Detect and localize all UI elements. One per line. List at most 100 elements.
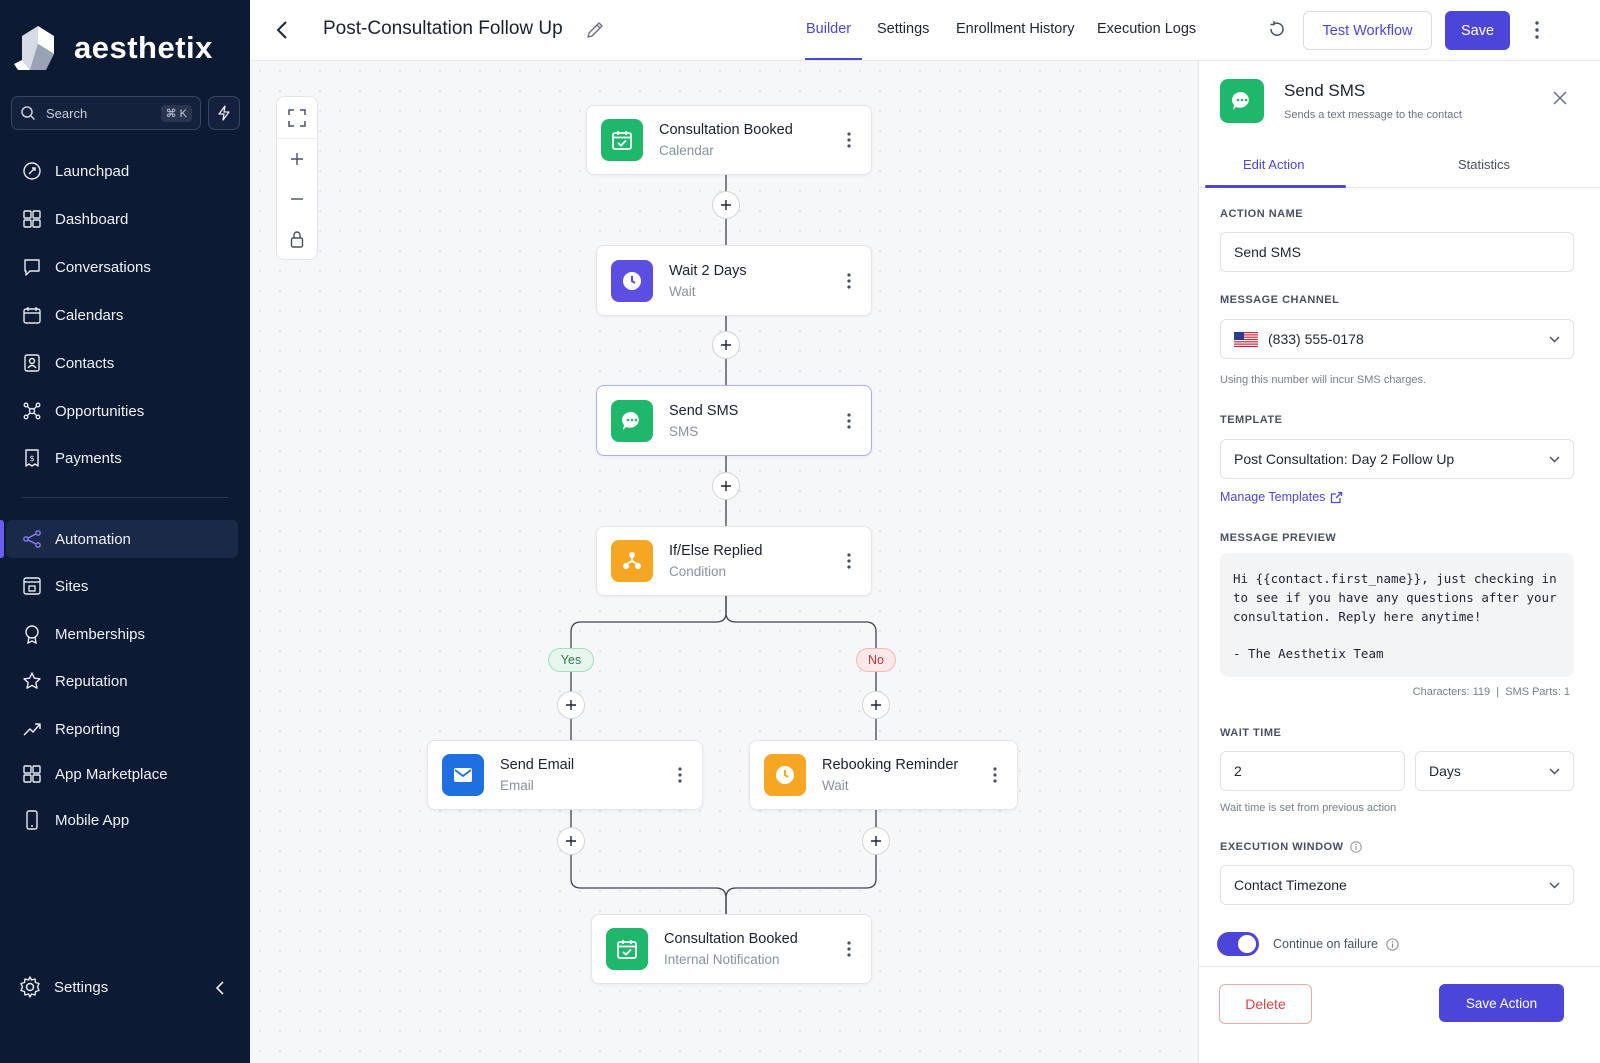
calendar-check-icon [601, 119, 643, 161]
continue-on-failure-text: Continue on failure [1273, 937, 1378, 951]
sidebar-item-launchpad[interactable]: Launchpad [6, 152, 238, 190]
action-name-label: ACTION NAME [1220, 208, 1304, 220]
automation-icon [21, 528, 43, 550]
node-subtitle: Wait [822, 778, 849, 793]
search-input[interactable]: Search ⌘ K [11, 96, 201, 130]
message-channel-label: MESSAGE CHANNEL [1220, 294, 1340, 306]
sidebar-item-contacts[interactable]: Contacts [6, 344, 238, 382]
tab-builder[interactable]: Builder [806, 21, 851, 37]
sidebar-item-payments[interactable]: $ Payments [6, 439, 238, 477]
brand-name: aesthetix [74, 30, 213, 65]
execution-window-value: Contact Timezone [1234, 877, 1347, 893]
sms-parts-count: SMS Parts: 1 [1505, 686, 1570, 698]
add-step-button[interactable] [862, 827, 890, 855]
channel-value: (833) 555-0178 [1268, 331, 1364, 347]
arrow-left-icon [276, 21, 287, 39]
add-step-button[interactable] [712, 472, 740, 500]
undo-icon[interactable] [1266, 20, 1286, 40]
branch-no-label: No [856, 648, 896, 672]
close-icon[interactable] [1550, 88, 1570, 108]
vertical-dots-icon [678, 767, 682, 783]
info-icon[interactable] [1349, 841, 1362, 853]
node-menu-button[interactable] [839, 128, 859, 152]
workflow-node-wait[interactable]: Wait 2 Days Wait [596, 245, 872, 316]
test-workflow-button[interactable]: Test Workflow [1303, 11, 1432, 50]
workflow-node-send-sms[interactable]: Send SMS SMS [596, 385, 872, 456]
sidebar-item-settings[interactable]: Settings [6, 968, 238, 1006]
message-preview-label: MESSAGE PREVIEW [1220, 532, 1337, 544]
add-step-button[interactable] [712, 331, 740, 359]
add-step-button[interactable] [557, 691, 585, 719]
sidebar-item-app-marketplace[interactable]: App Marketplace [6, 755, 238, 793]
clock-icon [611, 259, 653, 302]
reporting-icon [21, 718, 43, 740]
node-title: Consultation Booked [659, 122, 793, 138]
info-icon[interactable] [1386, 937, 1399, 951]
continue-on-failure-toggle[interactable] [1217, 932, 1259, 956]
sidebar-item-label: App Marketplace [55, 765, 168, 783]
node-menu-button[interactable] [985, 763, 1005, 787]
workflow-node-rebooking-reminder[interactable]: Rebooking Reminder Wait [749, 740, 1018, 810]
workflow-node-internal-notification[interactable]: Consultation Booked Internal Notification [591, 914, 872, 984]
delete-button[interactable]: Delete [1219, 984, 1312, 1024]
quick-actions-button[interactable] [208, 96, 240, 130]
save-button[interactable]: Save [1445, 11, 1510, 50]
collapse-sidebar-button[interactable] [208, 978, 232, 998]
node-title: Consultation Booked [664, 931, 798, 947]
vertical-dots-icon [847, 272, 851, 289]
tab-enrollment-history[interactable]: Enrollment History [956, 21, 1074, 37]
tab-edit-action[interactable]: Edit Action [1243, 157, 1304, 172]
brand[interactable]: aesthetix [12, 24, 213, 72]
panel-title: Send SMS [1284, 81, 1366, 100]
launchpad-icon [21, 160, 43, 182]
workflow-node-condition[interactable]: If/Else Replied Condition [596, 526, 872, 596]
sidebar-item-opportunities[interactable]: Opportunities [6, 392, 238, 430]
save-action-button[interactable]: Save Action [1439, 984, 1564, 1022]
sidebar-item-dashboard[interactable]: Dashboard [6, 200, 238, 238]
message-channel-select[interactable]: (833) 555-0178 [1220, 319, 1574, 359]
plus-icon [566, 700, 576, 710]
execution-window-select[interactable]: Contact Timezone [1220, 865, 1574, 905]
workflow-node-send-email[interactable]: Send Email Email [427, 740, 703, 810]
add-step-button[interactable] [557, 827, 585, 855]
search-icon [21, 106, 36, 121]
node-menu-button[interactable] [839, 409, 859, 433]
node-menu-button[interactable] [839, 269, 859, 293]
wait-time-hint: Wait time is set from previous action [1220, 802, 1397, 814]
manage-templates-link[interactable]: Manage Templates [1220, 490, 1343, 504]
node-menu-button[interactable] [839, 549, 859, 573]
add-step-button[interactable] [712, 191, 740, 219]
aesthetix-logo-icon [14, 26, 54, 70]
tab-execution-logs[interactable]: Execution Logs [1097, 21, 1196, 37]
sidebar-item-calendars[interactable]: Calendars [6, 296, 238, 334]
pencil-icon[interactable] [585, 20, 605, 40]
back-button[interactable] [270, 18, 294, 42]
calendar-icon [21, 304, 43, 326]
workflow-title: Post-Consultation Follow Up [323, 18, 563, 39]
node-menu-button[interactable] [839, 937, 859, 961]
add-step-button[interactable] [862, 691, 890, 719]
sites-icon [21, 575, 43, 597]
sidebar: aesthetix Search ⌘ K Launchpad Dashboard… [0, 0, 250, 1063]
sidebar-item-memberships[interactable]: Memberships [6, 615, 238, 653]
more-options-button[interactable] [1530, 18, 1544, 42]
sidebar-item-sites[interactable]: Sites [6, 567, 238, 605]
tab-statistics[interactable]: Statistics [1458, 157, 1510, 172]
tab-settings[interactable]: Settings [877, 21, 929, 37]
template-select[interactable]: Post Consultation: Day 2 Follow Up [1220, 439, 1574, 479]
wait-unit-value: Days [1429, 763, 1461, 779]
node-menu-button[interactable] [670, 763, 690, 787]
wait-time-input[interactable]: 2 [1220, 751, 1405, 791]
sidebar-item-label: Contacts [55, 354, 115, 372]
sidebar-item-conversations[interactable]: Conversations [6, 248, 238, 286]
action-name-input[interactable]: Send SMS [1220, 232, 1574, 272]
workflow-canvas[interactable]: Consultation Booked Calendar Wait 2 Days W… [250, 61, 1198, 1063]
top-bar: Post-Consultation Follow Up Builder Sett… [250, 0, 1600, 61]
workflow-node-trigger[interactable]: Consultation Booked Calendar [586, 105, 872, 175]
wait-unit-select[interactable]: Days [1415, 751, 1574, 791]
sidebar-item-reporting[interactable]: Reporting [6, 710, 238, 748]
sidebar-item-automation[interactable]: Automation [0, 520, 238, 558]
sidebar-item-reputation[interactable]: Reputation [6, 662, 238, 700]
chevron-down-icon [1549, 768, 1560, 774]
sidebar-item-mobile-app[interactable]: Mobile App [6, 801, 238, 839]
